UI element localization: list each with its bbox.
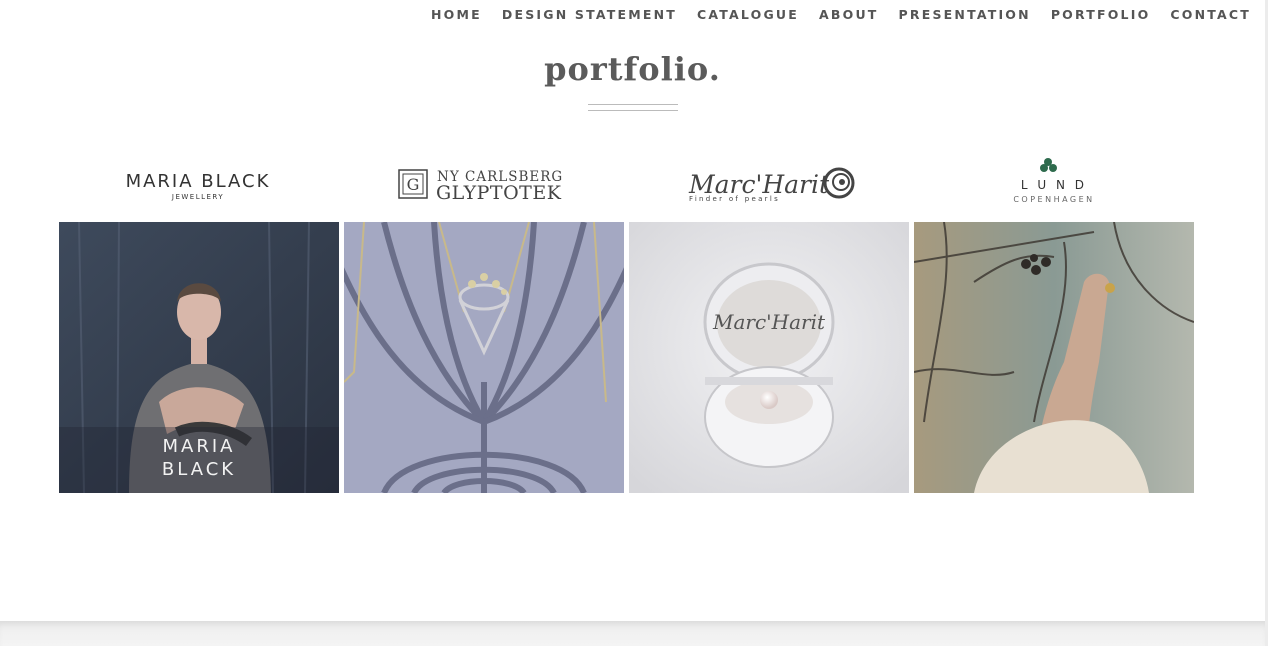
maria-black-tile-caption: MARIA BLACK [161,436,237,480]
glyptotek-logo-graphic: G NY CARLSBERG GLYPTOTEK [398,169,562,204]
portfolio-tile-glyptotek[interactable] [344,222,624,493]
maria-black-logo-name: MARIA BLACK [126,171,271,192]
portfolio-tile-maria-black[interactable]: MARIA BLACK [59,222,339,493]
lund-logo-graphic: L U N D COPENHAGEN [1013,158,1094,204]
nav-portfolio[interactable]: PORTFOLIO [1051,7,1151,22]
marc-harit-logo-graphic: Marc'Harit Finder of pearls [688,167,855,203]
logo-lund[interactable]: L U N D COPENHAGEN [914,155,1194,215]
marc-harit-photo: Marc'Harit [629,222,909,493]
main-nav: HOME DESIGN STATEMENT CATALOGUE ABOUT PR… [431,7,1251,22]
nav-presentation[interactable]: PRESENTATION [899,7,1031,22]
glyptotek-photo [344,222,624,493]
marc-harit-logo-sub: Finder of pearls [689,195,780,203]
footer-band [0,621,1265,646]
svg-text:G: G [407,175,420,194]
logo-marc-harit[interactable]: Marc'Harit Finder of pearls [629,155,909,215]
nav-catalogue[interactable]: CATALOGUE [697,7,799,22]
lund-logo-name: L U N D [1021,178,1087,192]
lund-logo-sub: COPENHAGEN [1013,195,1094,204]
page-title: portfolio. [544,50,721,88]
nav-about[interactable]: ABOUT [819,7,879,22]
portfolio-tile-lund[interactable] [914,222,1194,493]
page: HOME DESIGN STATEMENT CATALOGUE ABOUT PR… [0,0,1265,646]
nav-home[interactable]: HOME [431,7,482,22]
maria-black-logo-sub: JEWELLERY [171,193,224,201]
svg-text:Marc'Harit: Marc'Harit [712,310,826,334]
nav-contact[interactable]: CONTACT [1170,7,1251,22]
portfolio-tile-marc-harit[interactable]: Marc'Harit [629,222,909,493]
glyptotek-logo-line2: GLYPTOTEK [436,182,562,204]
nav-design-statement[interactable]: DESIGN STATEMENT [502,7,677,22]
maria-black-logo-graphic: MARIA BLACK JEWELLERY [126,171,271,201]
title-divider [588,104,678,111]
logo-glyptotek[interactable]: G NY CARLSBERG GLYPTOTEK [344,155,624,215]
lund-photo [914,222,1194,493]
logo-maria-black[interactable]: MARIA BLACK JEWELLERY [59,155,339,215]
